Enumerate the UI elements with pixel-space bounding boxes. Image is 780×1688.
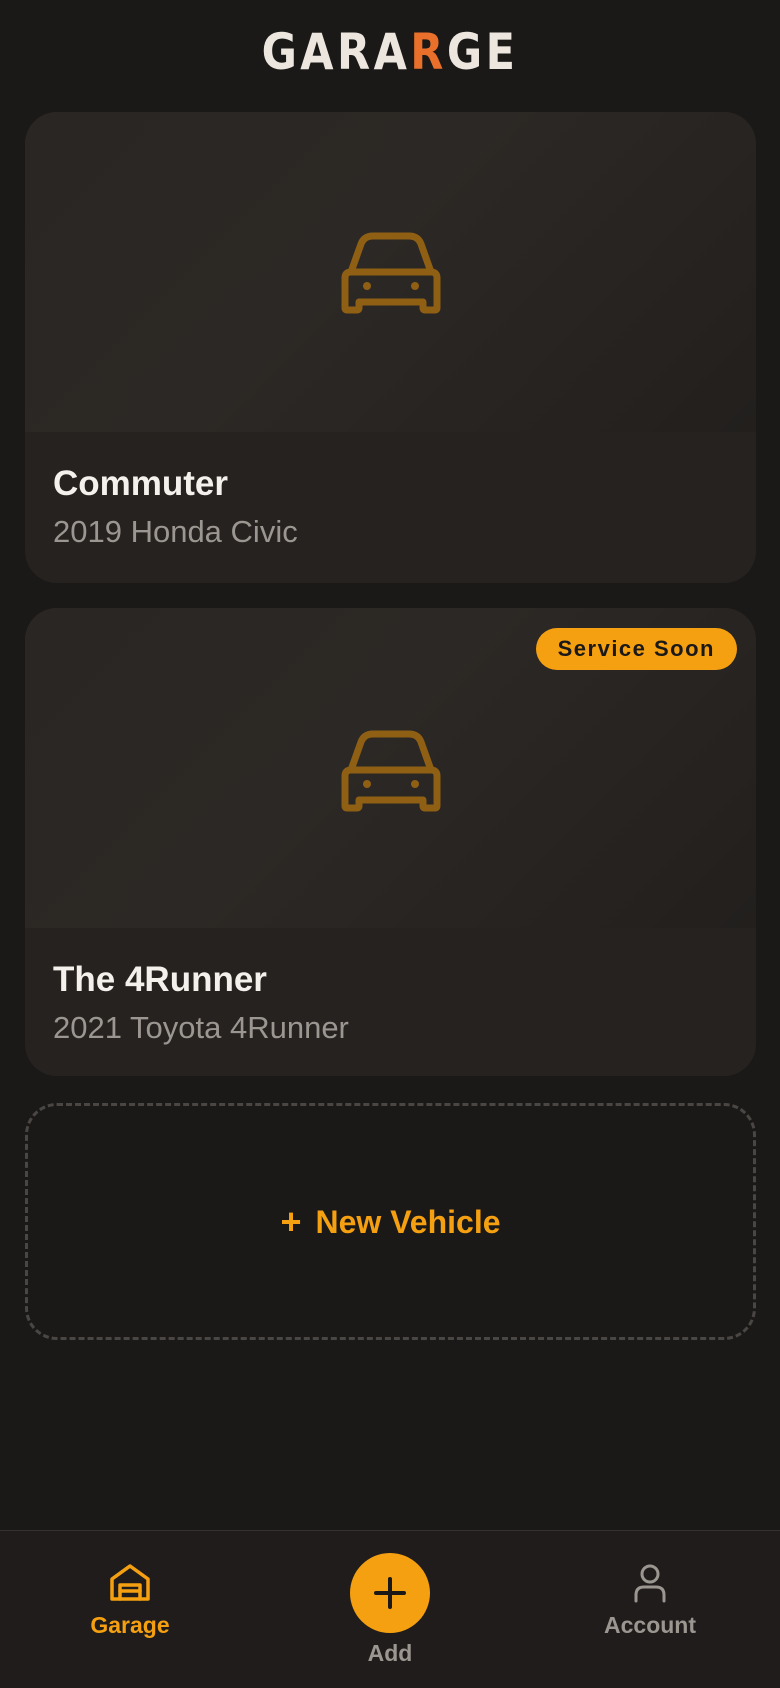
app-logo: GARARGE [55,24,726,80]
logo-text-accent: R [410,23,447,81]
nav-tab-add[interactable]: Add [340,1553,440,1667]
nav-tab-add-label: Add [367,1640,413,1666]
nav-tab-garage[interactable]: Garage [60,1561,200,1639]
nav-tab-garage-label: Garage [90,1612,170,1638]
logo-text-prefix: GARA [261,23,411,81]
garage-icon [110,1564,150,1601]
nav-tab-account[interactable]: Account [580,1561,720,1639]
vehicle-description: 2019 Honda Civic [53,514,298,549]
app-screen: GARARGE Commuter 2019 Honda Civic Servic… [0,0,780,1688]
vehicle-name: The 4Runner [53,960,267,999]
bottom-nav: Garage Add Account [0,1530,780,1688]
nav-tab-account-label: Account [604,1612,696,1638]
vehicle-name: Commuter [53,464,229,503]
add-vehicle-label: New Vehicle [315,1203,501,1240]
car-icon [341,730,440,812]
plus-icon: + [280,1200,302,1242]
vehicle-card[interactable]: Service Soon The 4Runner 2021 Toyota 4Ru… [25,608,756,1076]
add-vehicle-button[interactable]: + New Vehicle [25,1103,756,1340]
vehicle-description: 2021 Toyota 4Runner [53,1010,349,1045]
add-fab-button[interactable] [350,1553,430,1633]
plus-icon [374,1577,406,1609]
user-icon [634,1564,666,1603]
logo-text-suffix: GE [446,23,519,81]
car-icon [341,232,440,314]
service-status-badge: Service Soon [535,628,737,670]
vehicle-image-placeholder [25,112,756,432]
vehicle-card[interactable]: Commuter 2019 Honda Civic [25,112,756,583]
